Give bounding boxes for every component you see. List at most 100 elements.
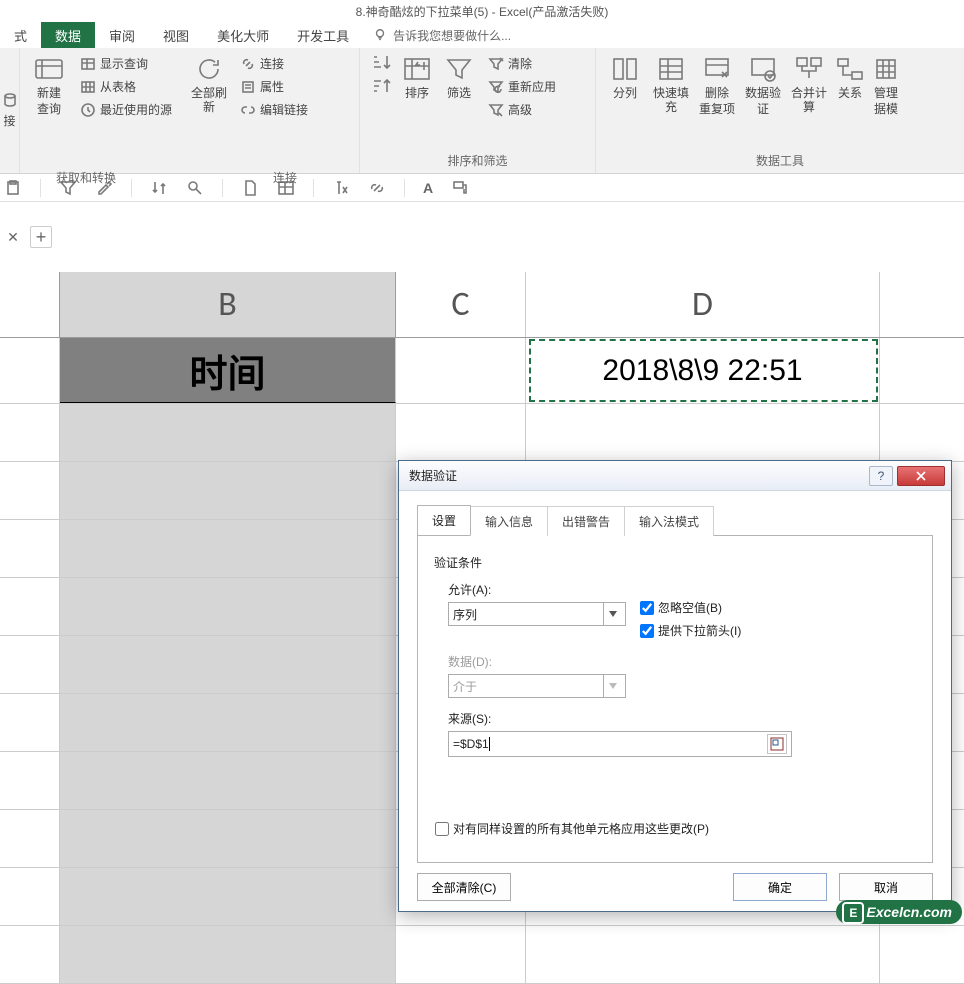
cell-b4[interactable] <box>60 520 396 577</box>
menu-view[interactable]: 视图 <box>149 22 203 48</box>
cell-b6[interactable] <box>60 636 396 693</box>
qb-doc[interactable] <box>241 179 259 197</box>
sort-asc-icon[interactable] <box>370 52 392 74</box>
cell-b10[interactable] <box>60 868 396 925</box>
refresh-icon <box>194 54 224 84</box>
connections[interactable]: 连接 <box>236 52 312 75</box>
cell-b1[interactable]: 时间 <box>60 338 396 403</box>
sort-button[interactable]: 排序 <box>396 52 438 100</box>
cell-b3[interactable] <box>60 462 396 519</box>
chevron-down-icon <box>603 603 621 625</box>
separator <box>40 179 41 197</box>
apply-all-checkbox[interactable]: 对有同样设置的所有其他单元格应用这些更改(P) <box>435 820 709 837</box>
consolidate[interactable]: 合并计算 <box>786 52 832 115</box>
clear-filter[interactable]: 清除 <box>484 52 560 75</box>
tab-panel-settings: 验证条件 允许(A): 序列 忽略空值(B) 提供下拉箭头(I) 数据(D): <box>417 535 933 863</box>
col-header-c[interactable]: C <box>396 272 526 337</box>
ignore-blank-checkbox[interactable]: 忽略空值(B) <box>640 599 741 616</box>
qb-sort[interactable] <box>150 179 168 197</box>
criteria-label: 验证条件 <box>434 554 916 571</box>
col-header-d[interactable]: D <box>526 272 880 337</box>
sort-desc-icon[interactable] <box>370 76 392 98</box>
menu-beautify[interactable]: 美化大师 <box>203 22 283 48</box>
col-header-a[interactable] <box>0 272 60 337</box>
cell-b2[interactable] <box>60 404 396 461</box>
dropdown-arrow-checkbox[interactable]: 提供下拉箭头(I) <box>640 622 741 639</box>
paint-icon <box>451 179 469 197</box>
clipboard-icon <box>4 179 22 197</box>
cell-b5[interactable] <box>60 578 396 635</box>
remove-duplicates[interactable]: 删除重复项 <box>694 52 740 117</box>
clock-icon <box>80 102 96 118</box>
tell-me[interactable]: 告诉我您想要做什么... <box>363 22 521 48</box>
qb-font[interactable]: A <box>423 180 433 196</box>
tab-ime-mode[interactable]: 输入法模式 <box>624 506 714 536</box>
text-to-columns[interactable]: 分列 <box>602 52 648 100</box>
external-data-edge[interactable]: 接 <box>0 48 20 173</box>
data-label: 数据(D): <box>448 653 916 670</box>
cancel-button[interactable]: 取消 <box>839 873 933 901</box>
group-label-conn: 连接 <box>273 169 297 186</box>
relationships[interactable]: 关系 <box>832 52 868 100</box>
row-2[interactable] <box>0 404 964 462</box>
advanced-filter[interactable]: 高级 <box>484 98 560 121</box>
lightbulb-icon <box>373 28 387 42</box>
cell-b11[interactable] <box>60 926 396 983</box>
allow-select[interactable]: 序列 <box>448 602 626 626</box>
tab-input-msg[interactable]: 输入信息 <box>470 506 548 536</box>
cell-b7[interactable] <box>60 694 396 751</box>
close-button[interactable] <box>897 466 945 486</box>
link-small-icon <box>368 179 386 197</box>
row-1[interactable]: 时间 2018\8\9 22:51 <box>0 338 964 404</box>
reapply-filter[interactable]: 重新应用 <box>484 75 560 98</box>
refresh-all-button[interactable]: 全部刷新 <box>186 52 232 115</box>
manage-model[interactable]: 管理据模 <box>868 52 904 117</box>
column-headers: B C D <box>0 272 964 338</box>
properties[interactable]: 属性 <box>236 75 312 98</box>
dialog-tabs: 设置 输入信息 出错警告 输入法模式 <box>417 505 933 535</box>
tab-settings[interactable]: 设置 <box>417 505 471 535</box>
qb-paste[interactable] <box>4 179 22 197</box>
row-11[interactable] <box>0 926 964 984</box>
cell-a1[interactable] <box>0 338 60 403</box>
show-queries[interactable]: 显示查询 <box>76 52 176 75</box>
recent-sources[interactable]: 最近使用的源 <box>76 98 176 121</box>
menu-developer[interactable]: 开发工具 <box>283 22 363 48</box>
add-tab-button[interactable]: + <box>30 226 52 248</box>
search-icon <box>186 179 204 197</box>
cell-d1[interactable]: 2018\8\9 22:51 <box>526 338 880 403</box>
menu-data[interactable]: 数据 <box>41 22 95 48</box>
ok-button[interactable]: 确定 <box>733 873 827 901</box>
menu-formula[interactable]: 式 <box>0 22 41 48</box>
data-validation-button[interactable]: 数据验证 <box>740 52 786 117</box>
new-query-button[interactable]: 新建 查询 <box>26 52 72 117</box>
from-table[interactable]: 从表格 <box>76 75 176 98</box>
source-input[interactable]: =$D$1 <box>448 731 792 757</box>
flash-icon <box>656 54 686 84</box>
cell-b8[interactable] <box>60 752 396 809</box>
help-button[interactable]: ? <box>869 466 893 486</box>
dialog-titlebar[interactable]: 数据验证 ? <box>399 461 951 491</box>
allow-value: 序列 <box>453 606 477 623</box>
qb-fx[interactable] <box>332 179 350 197</box>
reapply-icon <box>488 79 504 95</box>
filter-button[interactable]: 筛选 <box>438 52 480 100</box>
link-icon <box>240 56 256 72</box>
chain-icon <box>240 102 256 118</box>
menu-review[interactable]: 审阅 <box>95 22 149 48</box>
qb-find[interactable] <box>186 179 204 197</box>
edit-links[interactable]: 编辑链接 <box>236 98 312 121</box>
range-picker-button[interactable] <box>767 734 787 754</box>
clear-all-button[interactable]: 全部清除(C) <box>417 873 511 901</box>
table-icon <box>80 56 96 72</box>
cell-c1[interactable] <box>396 338 526 403</box>
col-header-b[interactable]: B <box>60 272 396 337</box>
qb-style[interactable] <box>451 179 469 197</box>
tell-me-label: 告诉我您想要做什么... <box>393 27 511 44</box>
cell-b9[interactable] <box>60 810 396 867</box>
qb-link[interactable] <box>368 179 386 197</box>
db-query-icon <box>34 54 64 84</box>
flash-fill[interactable]: 快速填充 <box>648 52 694 115</box>
close-tab-button[interactable]: ✕ <box>2 226 24 248</box>
tab-error-alert[interactable]: 出错警告 <box>547 506 625 536</box>
